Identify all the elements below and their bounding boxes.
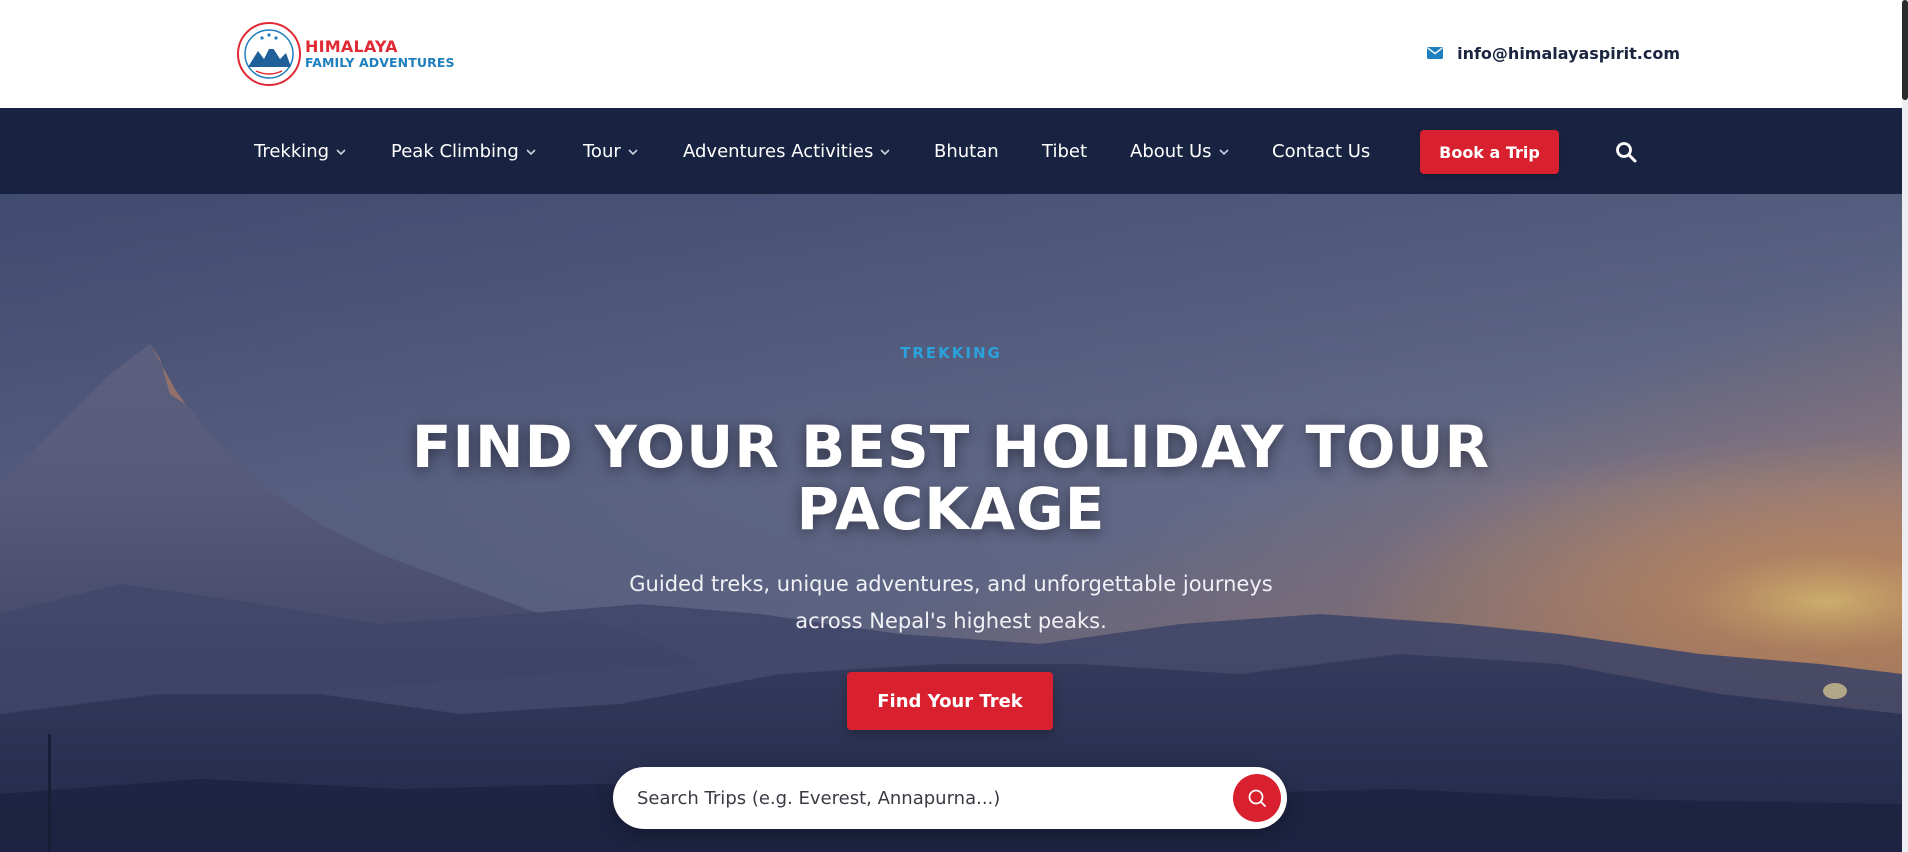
- page-scrollbar[interactable]: [1902, 0, 1908, 852]
- hero-subtitle-line1: Guided treks, unique adventures, and unf…: [629, 572, 1273, 596]
- hero-eyebrow: TREKKING: [900, 344, 1002, 362]
- nav-item-label: Contact Us: [1272, 140, 1371, 162]
- trip-search-submit-button[interactable]: [1233, 774, 1281, 822]
- site-logo[interactable]: HIMALAYA FAMILY ADVENTURES: [236, 20, 455, 88]
- trip-search-bar: [613, 767, 1287, 829]
- chevron-down-icon: [628, 148, 638, 155]
- nav-item-contact-us[interactable]: Contact Us: [1272, 108, 1370, 194]
- nav-item-label: Tour: [583, 140, 621, 162]
- chevron-down-icon: [880, 148, 890, 155]
- hero-subtitle-line2: across Nepal's highest peaks.: [795, 609, 1107, 633]
- search-icon: [1248, 789, 1266, 807]
- hero-title: FIND YOUR BEST HOLIDAY TOUR PACKAGE: [351, 416, 1551, 540]
- nav-item-label: About Us: [1130, 140, 1212, 162]
- nav-item-trekking[interactable]: Trekking: [254, 108, 346, 194]
- nav-item-label: Peak Climbing: [391, 140, 519, 162]
- logo-name-line2: FAMILY ADVENTURES: [305, 54, 455, 70]
- nav-item-tibet[interactable]: Tibet: [1042, 108, 1087, 194]
- nav-item-label: Bhutan: [934, 140, 999, 162]
- contact-email-link[interactable]: info@himalayaspirit.com: [1427, 42, 1680, 64]
- scrollbar-thumb[interactable]: [1902, 0, 1908, 100]
- logo-text: HIMALAYA FAMILY ADVENTURES: [305, 36, 455, 70]
- hero-title-line2: PACKAGE: [796, 475, 1106, 543]
- nav-item-peak-climbing[interactable]: Peak Climbing: [391, 108, 536, 194]
- nav-item-label: Trekking: [254, 140, 330, 162]
- nav-item-bhutan[interactable]: Bhutan: [934, 108, 999, 194]
- hero-section: TREKKING FIND YOUR BEST HOLIDAY TOUR PAC…: [0, 194, 1902, 852]
- trip-search-input[interactable]: [637, 767, 1197, 829]
- find-your-trek-button[interactable]: Find Your Trek: [847, 672, 1053, 730]
- nav-item-about-us[interactable]: About Us: [1130, 108, 1229, 194]
- chevron-down-icon: [1218, 148, 1229, 155]
- hero-title-line1: FIND YOUR BEST HOLIDAY TOUR: [411, 413, 1491, 481]
- nav-search-button[interactable]: [1614, 140, 1638, 164]
- hero-subtitle: Guided treks, unique adventures, and unf…: [581, 566, 1321, 640]
- book-a-trip-button[interactable]: Book a Trip: [1420, 130, 1559, 174]
- chevron-down-icon: [336, 148, 346, 155]
- contact-email-text: info@himalayaspirit.com: [1457, 43, 1680, 63]
- nav-item-label: Tibet: [1042, 140, 1087, 162]
- nav-item-tour[interactable]: Tour: [583, 108, 638, 194]
- chevron-down-icon: [526, 148, 536, 155]
- top-header: HIMALAYA FAMILY ADVENTURES info@himalaya…: [0, 0, 1902, 108]
- logo-name-line1: HIMALAYA: [305, 36, 398, 56]
- nav-item-adventures-activities[interactable]: Adventures Activities: [683, 108, 890, 194]
- search-icon: [1616, 142, 1637, 163]
- nav-item-label: Adventures Activities: [683, 140, 874, 162]
- logo-badge-icon: [237, 22, 301, 86]
- envelope-icon: [1427, 47, 1444, 59]
